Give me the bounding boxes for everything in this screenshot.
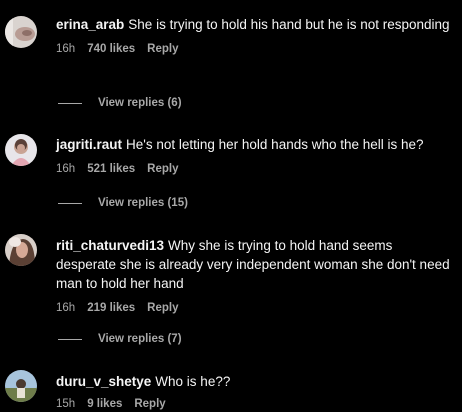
comment-username[interactable]: duru_v_shetye — [56, 374, 151, 389]
view-replies-button[interactable]: View replies (6) — [58, 97, 182, 109]
comment-likes[interactable]: 219 likes — [87, 301, 135, 315]
reply-button[interactable]: Reply — [147, 162, 178, 176]
avatar[interactable] — [5, 234, 37, 266]
comment-meta: 15h 9 likes Reply — [56, 397, 456, 411]
reply-button[interactable]: Reply — [134, 397, 165, 411]
avatar-image — [5, 234, 37, 266]
comment-username[interactable]: jagriti.raut — [56, 137, 122, 152]
comment-text: jagriti.raut He's not letting her hold ha… — [56, 135, 456, 154]
comment-meta: 16h 740 likes Reply — [56, 42, 456, 56]
view-replies-label: View replies (7) — [98, 333, 182, 345]
comments-feed: erina_arab She is trying to hold his hand… — [0, 0, 462, 412]
reply-button[interactable]: Reply — [147, 301, 178, 315]
comment-time: 16h — [56, 302, 76, 314]
comment-time: 16h — [56, 43, 76, 55]
divider-line — [58, 102, 82, 104]
view-replies-label: View replies (15) — [98, 197, 188, 209]
avatar-image — [5, 370, 37, 402]
avatar[interactable] — [5, 370, 37, 402]
comment-text: erina_arab She is trying to hold his hand… — [56, 15, 456, 34]
comment-meta: 16h 219 likes Reply — [56, 301, 456, 315]
comment-meta: 16h 521 likes Reply — [56, 162, 456, 176]
divider-line — [58, 338, 82, 340]
comment-text: riti_chaturvedi13 Why she is trying to ho… — [56, 236, 456, 293]
reply-button[interactable]: Reply — [147, 42, 178, 56]
view-replies-label: View replies (6) — [98, 97, 182, 109]
comment-likes[interactable]: 521 likes — [87, 162, 135, 176]
comment-username[interactable]: riti_chaturvedi13 — [56, 238, 164, 253]
comment-likes[interactable]: 740 likes — [87, 42, 135, 56]
avatar[interactable] — [5, 134, 37, 166]
comment-body: She is trying to hold his hand but he is… — [128, 17, 450, 32]
view-replies-button[interactable]: View replies (7) — [58, 333, 182, 345]
view-replies-button[interactable]: View replies (15) — [58, 197, 188, 209]
divider-line — [58, 202, 82, 204]
comment-time: 16h — [56, 163, 76, 175]
avatar[interactable] — [5, 16, 37, 48]
comment-body: Who is he?? — [155, 374, 231, 389]
comment-body: He's not letting her hold hands who the … — [126, 137, 424, 152]
avatar-image — [5, 16, 37, 48]
comment-username[interactable]: erina_arab — [56, 17, 124, 32]
comment-text: duru_v_shetye Who is he?? — [56, 372, 456, 391]
comment-likes[interactable]: 9 likes — [87, 397, 122, 411]
comment-time: 15h — [56, 398, 76, 410]
avatar-image — [5, 134, 37, 166]
